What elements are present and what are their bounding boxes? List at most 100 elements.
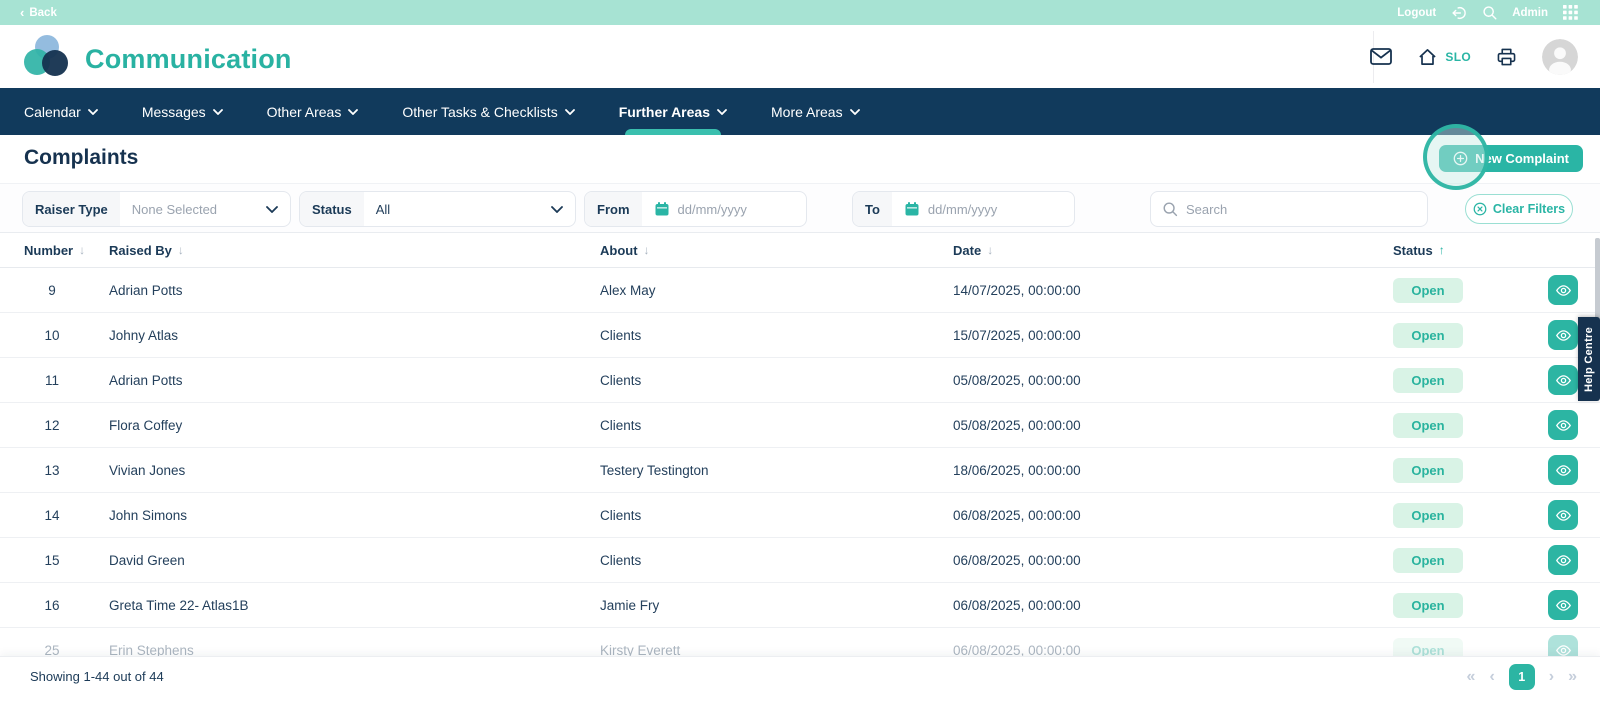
eye-icon: [1555, 509, 1571, 521]
nav-other-areas[interactable]: Other Areas: [267, 88, 359, 135]
table-row[interactable]: 10 Johny Atlas Clients 15/07/2025, 00:00…: [0, 313, 1600, 358]
view-button[interactable]: [1548, 590, 1578, 620]
sort-desc-icon: ↓: [987, 243, 994, 257]
messages-envelope-button[interactable]: [1370, 48, 1393, 65]
to-date-input[interactable]: To dd/mm/yyyy: [852, 191, 1075, 227]
table-row[interactable]: 15 David Green Clients 06/08/2025, 00:00…: [0, 538, 1600, 583]
cell-number: 9: [48, 282, 56, 298]
cell-raised-by: Adrian Potts: [109, 282, 183, 298]
sort-desc-icon: ↓: [643, 243, 650, 257]
table-row[interactable]: 9 Adrian Potts Alex May 14/07/2025, 00:0…: [0, 268, 1600, 313]
logout-icon[interactable]: [1451, 5, 1467, 21]
table-row[interactable]: 13 Vivian Jones Testery Testington 18/06…: [0, 448, 1600, 493]
eye-icon: [1555, 329, 1571, 341]
back-link[interactable]: ‹ Back: [20, 6, 57, 19]
help-centre-tab[interactable]: Help Centre: [1578, 317, 1600, 401]
view-button[interactable]: [1548, 410, 1578, 440]
print-button[interactable]: [1497, 48, 1516, 66]
table-body: 9 Adrian Potts Alex May 14/07/2025, 00:0…: [0, 268, 1600, 673]
apps-grid-icon[interactable]: [1563, 5, 1578, 20]
cell-date: 06/08/2025, 00:00:00: [953, 552, 1081, 568]
status-badge: Open: [1393, 277, 1463, 303]
sort-desc-icon: ↓: [177, 243, 184, 257]
column-header-raised-by[interactable]: Raised By ↓: [109, 243, 600, 258]
app-logo: [22, 34, 72, 84]
next-page-button[interactable]: ›: [1549, 669, 1554, 685]
cell-date: 06/08/2025, 00:00:00: [953, 597, 1081, 613]
view-button[interactable]: [1548, 365, 1578, 395]
eye-icon: [1555, 419, 1571, 431]
first-page-button[interactable]: «: [1467, 669, 1476, 685]
filter-bar: Raiser Type None Selected Status All Fro…: [0, 183, 1600, 233]
status-value: All: [375, 201, 391, 217]
nav-calendar[interactable]: Calendar: [24, 88, 98, 135]
sort-desc-icon: ↓: [79, 243, 86, 257]
search-input[interactable]: [1186, 201, 1416, 217]
sort-asc-icon: ↑: [1438, 243, 1445, 257]
to-label: To: [853, 192, 892, 226]
cell-raised-by: Vivian Jones: [109, 462, 186, 478]
status-badge: Open: [1393, 592, 1463, 618]
calendar-icon: [655, 202, 668, 216]
table-row[interactable]: 16 Greta Time 22- Atlas1B Jamie Fry 06/0…: [0, 583, 1600, 628]
eye-icon: [1555, 464, 1571, 476]
column-header-status[interactable]: Status ↑: [1382, 243, 1548, 258]
from-date-input[interactable]: From dd/mm/yyyy: [584, 191, 807, 227]
cell-about: Clients: [600, 552, 642, 568]
cell-about: Clients: [600, 507, 642, 523]
admin-menu[interactable]: Admin: [1512, 7, 1548, 19]
clear-filters-button[interactable]: Clear Filters: [1465, 194, 1573, 224]
current-page-button[interactable]: 1: [1508, 664, 1535, 690]
to-placeholder: dd/mm/yyyy: [927, 201, 998, 217]
cell-number: 14: [44, 507, 60, 523]
chevron-down-icon: [849, 108, 860, 115]
cell-about: Clients: [600, 372, 642, 388]
table-row[interactable]: 11 Adrian Potts Clients 05/08/2025, 00:0…: [0, 358, 1600, 403]
status-badge: Open: [1393, 547, 1463, 573]
scrollbar-thumb[interactable]: [1595, 238, 1600, 320]
avatar[interactable]: [1542, 38, 1578, 75]
cell-about: Clients: [600, 417, 642, 433]
app-header: Communication SLO: [0, 25, 1600, 88]
previous-page-button[interactable]: ‹: [1489, 669, 1494, 685]
raiser-type-select[interactable]: Raiser Type None Selected: [22, 191, 291, 227]
status-badge: Open: [1393, 457, 1463, 483]
view-button[interactable]: [1548, 545, 1578, 575]
chevron-down-icon: [551, 206, 563, 213]
column-header-about[interactable]: About ↓: [600, 243, 953, 258]
logout-link[interactable]: Logout: [1397, 7, 1436, 19]
nav-other-tasks-checklists[interactable]: Other Tasks & Checklists: [402, 88, 575, 135]
cell-raised-by: Johny Atlas: [109, 327, 179, 343]
cell-date: 05/08/2025, 00:00:00: [953, 417, 1081, 433]
view-button[interactable]: [1548, 500, 1578, 530]
search-icon: [1163, 202, 1178, 217]
cell-raised-by: Flora Coffey: [109, 417, 183, 433]
column-header-date[interactable]: Date ↓: [953, 243, 1382, 258]
status-badge: Open: [1393, 367, 1463, 393]
cell-about: Alex May: [600, 282, 656, 298]
status-label: Status: [300, 192, 364, 226]
nav-more-areas[interactable]: More Areas: [771, 88, 860, 135]
view-button[interactable]: [1548, 455, 1578, 485]
calendar-icon: [905, 202, 919, 216]
back-chevron-icon: ‹: [20, 5, 25, 20]
home-slo-button[interactable]: SLO: [1418, 48, 1471, 66]
table-row[interactable]: 14 John Simons Clients 06/08/2025, 00:00…: [0, 493, 1600, 538]
view-button[interactable]: [1548, 320, 1578, 350]
clear-circle-icon: [1473, 202, 1487, 216]
view-button[interactable]: [1548, 275, 1578, 305]
new-complaint-button[interactable]: New Complaint: [1439, 145, 1583, 172]
back-label: Back: [29, 6, 57, 19]
search-icon[interactable]: [1482, 5, 1497, 20]
page-title: Complaints: [24, 146, 139, 169]
cell-number: 13: [44, 462, 60, 478]
status-select[interactable]: Status All: [299, 191, 576, 227]
slo-label: SLO: [1445, 49, 1471, 64]
last-page-button[interactable]: »: [1568, 669, 1577, 685]
nav-further-areas[interactable]: Further Areas: [619, 88, 727, 135]
page-app-title: Communication: [85, 43, 292, 74]
column-header-number[interactable]: Number ↓: [24, 243, 109, 258]
page-title-row: Complaints New Complaint: [0, 135, 1600, 183]
nav-messages[interactable]: Messages: [142, 88, 223, 135]
table-row[interactable]: 12 Flora Coffey Clients 05/08/2025, 00:0…: [0, 403, 1600, 448]
